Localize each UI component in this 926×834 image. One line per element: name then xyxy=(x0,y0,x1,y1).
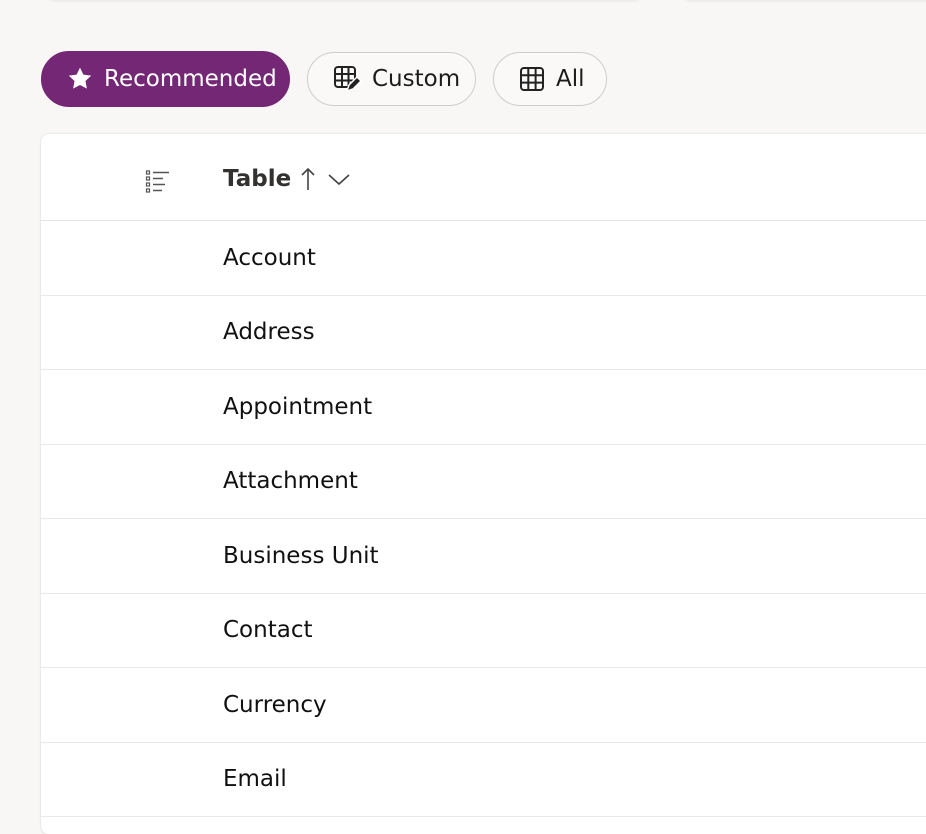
table-row-name: Address xyxy=(223,319,315,346)
all-filter-label: All xyxy=(556,66,585,92)
table-column-label: Table xyxy=(223,166,292,192)
table-row-name: Business Unit xyxy=(223,542,379,569)
recommended-filter-label: Recommended xyxy=(104,66,277,92)
table-row[interactable]: Business Unit xyxy=(41,519,926,594)
table-column-header[interactable]: Table xyxy=(223,166,351,192)
table-row-name: Attachment xyxy=(223,468,358,495)
table-row-name: Contact xyxy=(223,617,313,644)
table-row[interactable]: Currency xyxy=(41,668,926,743)
custom-filter-label: Custom xyxy=(372,66,461,92)
column-options-icon[interactable] xyxy=(145,169,171,195)
table-row-name: Appointment xyxy=(223,393,373,420)
table-row[interactable]: Address xyxy=(41,296,926,370)
table-header-row: Table xyxy=(41,134,926,221)
table-row-name: Currency xyxy=(223,691,327,718)
table-grid-icon xyxy=(518,64,546,94)
recommended-filter-button[interactable]: Recommended xyxy=(41,51,290,107)
table-edit-icon xyxy=(332,64,362,94)
table-row-name: Account xyxy=(223,244,316,271)
tables-grid: Table Account Address Appointment Attach… xyxy=(41,134,926,834)
custom-filter-button[interactable]: Custom xyxy=(307,52,476,106)
table-row[interactable]: Email xyxy=(41,743,926,817)
table-row[interactable]: Account xyxy=(41,221,926,296)
chevron-down-icon[interactable] xyxy=(327,169,351,189)
table-row[interactable]: Contact xyxy=(41,594,926,668)
table-filter-group: Recommended Custom All xyxy=(41,51,607,107)
sort-ascending-icon xyxy=(301,167,315,190)
table-row[interactable]: Appointment xyxy=(41,370,926,445)
table-row[interactable]: Attachment xyxy=(41,445,926,519)
table-row-name: Email xyxy=(223,766,287,793)
star-icon xyxy=(66,64,94,94)
all-filter-button[interactable]: All xyxy=(493,52,607,106)
